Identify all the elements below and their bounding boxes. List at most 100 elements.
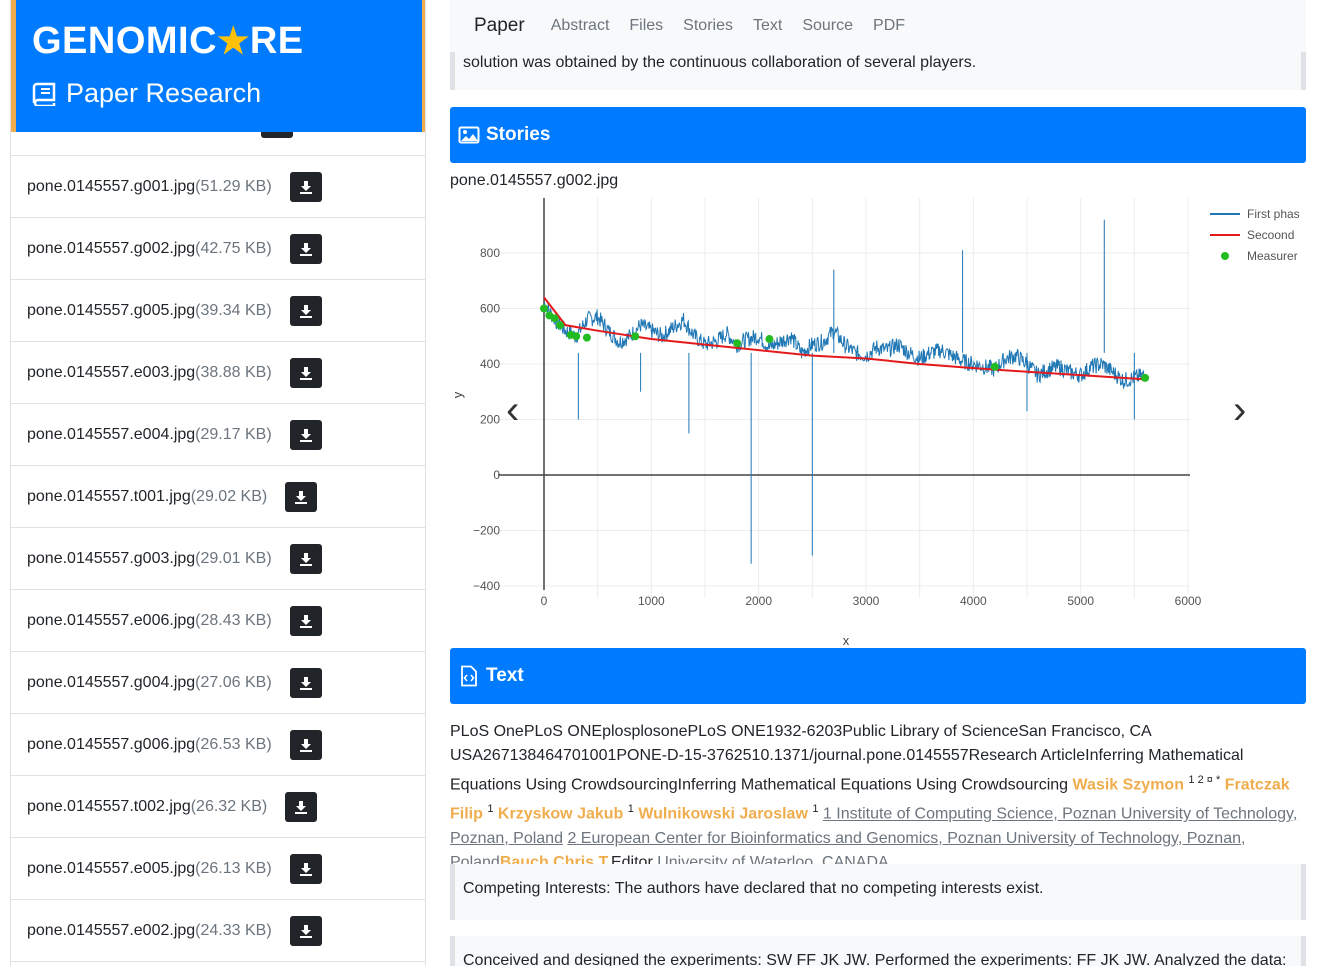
brand-header[interactable]: GENOMIC★RE Paper Research [11, 0, 425, 132]
download-button[interactable] [289, 233, 322, 264]
author-link[interactable]: Wulnikowski Jaroslaw [638, 806, 808, 823]
file-size: (39.34 KB) [195, 301, 272, 319]
code-file-icon [461, 665, 477, 687]
file-size: (26.13 KB) [195, 859, 272, 877]
file-size: (29.01 KB) [195, 549, 272, 567]
story-filename: pone.0145557.g002.jpg [450, 172, 619, 189]
file-name[interactable]: pone.0145557.e003.jpg [27, 364, 195, 382]
download-button[interactable] [285, 481, 318, 512]
x-tick-label: 1000 [638, 594, 665, 608]
list-item: pone.0145557.g002.jpg (42.75 KB) [11, 218, 425, 280]
download-icon [299, 924, 312, 938]
star-icon: ★ [217, 20, 250, 61]
author-sup: 1 [627, 803, 634, 816]
x-tick-label: 6000 [1175, 594, 1202, 608]
download-button[interactable] [289, 357, 322, 388]
download-icon [299, 862, 312, 876]
nav-brand[interactable]: Paper [474, 15, 525, 37]
y-tick-label: 400 [480, 357, 500, 371]
download-button[interactable] [289, 419, 322, 450]
paper-text: PLoS OnePLoS ONEplosplosonePLoS ONE1932-… [450, 720, 1306, 875]
file-name[interactable]: pone.0145557.t002.jpg [27, 798, 191, 816]
carousel-prev-button[interactable]: ‹ [506, 388, 519, 433]
y-tick-label: 0 [493, 468, 500, 482]
download-icon [299, 304, 312, 318]
file-name[interactable]: pone.0145557.e006.jpg [27, 612, 195, 630]
download-button[interactable] [289, 729, 322, 760]
nav-stories[interactable]: Stories [683, 17, 733, 35]
file-size: (27.06 KB) [195, 673, 272, 691]
top-navbar: Paper Abstract Files Stories Text Source… [450, 0, 1306, 52]
file-size: (42.75 KB) [195, 239, 272, 257]
file-name[interactable]: pone.0145557.g006.jpg [27, 736, 195, 754]
download-icon [299, 242, 312, 256]
file-name[interactable]: pone.0145557.g002.jpg [27, 240, 195, 258]
list-item: pone.0145557.g006.jpg (26.53 KB) [11, 714, 425, 776]
nav-abstract[interactable]: Abstract [551, 17, 610, 35]
list-item: pone.0145557.g004.jpg (27.06 KB) [11, 652, 425, 714]
legend-label: First phas [1247, 207, 1300, 221]
nav-text[interactable]: Text [753, 17, 782, 35]
measurement-point [572, 332, 581, 341]
measurement-point [1141, 373, 1150, 382]
measurement-point [631, 332, 640, 341]
file-name[interactable]: pone.0145557.g003.jpg [27, 550, 195, 568]
author-sup: 1 [487, 803, 494, 816]
download-button[interactable] [289, 605, 322, 636]
download-button[interactable] [289, 853, 322, 884]
measurement-point [990, 362, 999, 371]
download-button[interactable] [285, 791, 318, 822]
measurement-point [550, 314, 559, 323]
author-link[interactable]: Wasik Szymon [1073, 776, 1184, 793]
text-header: Text [450, 648, 1306, 704]
download-button[interactable] [289, 543, 322, 574]
file-name[interactable]: pone.0145557.e004.jpg [27, 426, 195, 444]
download-icon [299, 180, 312, 194]
story-carousel: 0 1000 2000 3000 4000 5000 6000 −400 −200 0 200 400… [450, 198, 1306, 648]
legend-label: Measurer [1247, 249, 1298, 263]
file-size: (38.88 KB) [195, 363, 272, 381]
download-button[interactable] [289, 915, 322, 946]
file-name[interactable]: pone.0145557.g004.jpg [27, 674, 195, 692]
x-tick-label: 5000 [1067, 594, 1094, 608]
measurement-point [540, 304, 548, 313]
x-axis-label: x [843, 633, 850, 648]
file-name[interactable]: pone.0145557.g005.jpg [27, 302, 195, 320]
download-button[interactable] [289, 295, 322, 326]
nav-pdf[interactable]: PDF [873, 17, 905, 35]
nav-source[interactable]: Source [802, 17, 853, 35]
measurement-point [582, 333, 591, 342]
y-tick-label: −200 [473, 524, 500, 538]
download-button[interactable] [289, 171, 322, 202]
list-item: pone.0145557.g001.jpg (51.29 KB) [11, 156, 425, 218]
file-size: (24.33 KB) [195, 921, 272, 939]
image-icon [458, 126, 480, 144]
y-tick-label: 200 [480, 413, 500, 427]
list-item: pone.0145557.e004.jpg (29.17 KB) [11, 404, 425, 466]
file-name[interactable]: pone.0145557.g001.jpg [27, 178, 195, 196]
download-button[interactable] [289, 667, 322, 698]
download-icon [295, 800, 308, 814]
measurement-point [556, 321, 565, 330]
file-name[interactable]: pone.0145557.t001.jpg [27, 488, 191, 506]
download-icon [299, 552, 312, 566]
list-item: pone.0145557.g003.jpg (29.01 KB) [11, 528, 425, 590]
file-size: (28.43 KB) [195, 611, 272, 629]
legend-swatch [1221, 252, 1229, 260]
carousel-next-button[interactable]: › [1233, 388, 1246, 433]
file-name[interactable]: pone.0145557.e002.jpg [27, 922, 195, 940]
text-title: Text [486, 665, 524, 686]
measurement-point [733, 339, 742, 348]
nav-files[interactable]: Files [629, 17, 663, 35]
competing-interests: Competing Interests: The authors have de… [450, 864, 1306, 920]
list-item: pone.0145557.e006.jpg (28.43 KB) [11, 590, 425, 652]
author-contributions: Conceived and designed the experiments: … [450, 936, 1306, 966]
download-icon [295, 490, 308, 504]
file-name[interactable]: pone.0145557.e005.jpg [27, 860, 195, 878]
series-line-first-phase [543, 302, 1146, 389]
download-icon [299, 676, 312, 690]
download-icon [299, 738, 312, 752]
story-chart: 0 1000 2000 3000 4000 5000 6000 −400 −200 0 200 400… [450, 198, 1300, 648]
list-item: pone.0145557.e003.jpg (38.88 KB) [11, 342, 425, 404]
author-link[interactable]: Krzyskow Jakub [498, 806, 623, 823]
